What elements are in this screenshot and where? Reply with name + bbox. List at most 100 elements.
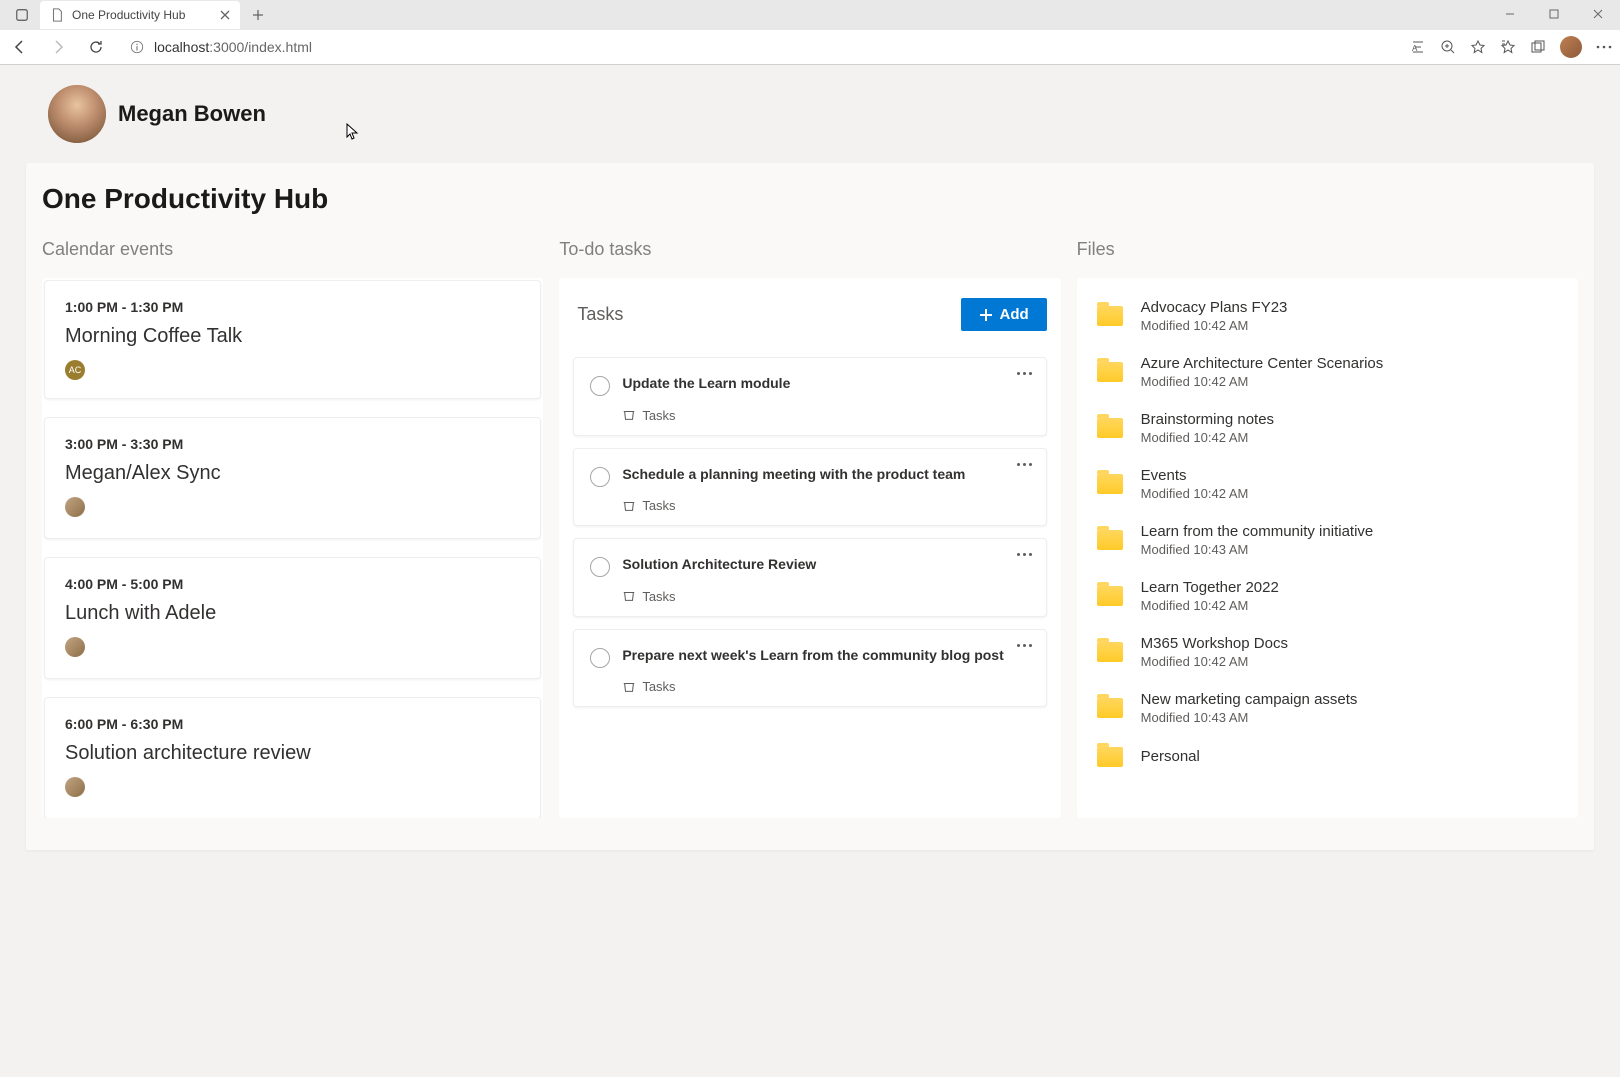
event-card[interactable]: 3:00 PM - 3:30 PM Megan/Alex Sync [44,417,541,539]
file-row[interactable]: M365 Workshop Docs Modified 10:42 AM [1093,624,1562,680]
bucket-icon [622,408,636,422]
file-name: Advocacy Plans FY23 [1141,299,1288,316]
event-title: Solution architecture review [65,742,520,765]
file-row[interactable]: Azure Architecture Center Scenarios Modi… [1093,344,1562,400]
task-title: Schedule a planning meeting with the pro… [622,465,1029,485]
address-bar[interactable]: localhost:3000/index.html [122,32,1396,62]
attendee-initials: AC [65,360,85,380]
user-header: Megan Bowen [0,85,1620,163]
task-meta: Tasks [622,679,1029,694]
task-more-button[interactable] [1017,553,1032,556]
collections-icon[interactable] [1530,39,1546,55]
event-card[interactable]: 1:00 PM - 1:30 PM Morning Coffee Talk AC [44,280,541,399]
files-column: Files Advocacy Plans FY23 Modified 10:42… [1077,239,1578,818]
user-avatar[interactable] [48,85,106,143]
task-card[interactable]: Update the Learn module Tasks [573,357,1046,436]
favorites-list-icon[interactable] [1500,39,1516,55]
calendar-header: Calendar events [42,239,543,278]
file-name: M365 Workshop Docs [1141,635,1288,652]
tab-strip: One Productivity Hub [0,0,1620,30]
user-name: Megan Bowen [118,101,266,127]
site-info-icon[interactable] [130,40,144,54]
file-row[interactable]: New marketing campaign assets Modified 1… [1093,680,1562,736]
hub-panel: One Productivity Hub Calendar events 1:0… [26,163,1594,850]
task-more-button[interactable] [1017,372,1032,375]
bucket-icon [622,499,636,513]
new-tab-button[interactable] [244,1,272,29]
files-header: Files [1077,239,1578,278]
add-task-button[interactable]: Add [961,298,1046,331]
window-controls [1488,0,1620,28]
tasks-group-title: Tasks [577,304,623,325]
task-complete-toggle[interactable] [590,648,610,668]
task-complete-toggle[interactable] [590,376,610,396]
hub-title: One Productivity Hub [42,183,1578,239]
event-card[interactable]: 6:00 PM - 6:30 PM Solution architecture … [44,697,541,818]
task-complete-toggle[interactable] [590,467,610,487]
tab-actions-button[interactable] [8,1,36,29]
folder-icon [1097,418,1123,438]
close-window-button[interactable] [1576,0,1620,28]
file-name: New marketing campaign assets [1141,691,1358,708]
attendee-avatar [65,777,85,797]
task-title: Update the Learn module [622,374,1029,394]
folder-icon [1097,698,1123,718]
file-name: Personal [1141,748,1200,765]
task-meta: Tasks [622,408,1029,423]
browser-tab[interactable]: One Productivity Hub [40,1,240,29]
event-time: 4:00 PM - 5:00 PM [65,576,520,592]
folder-icon [1097,474,1123,494]
browser-toolbar: localhost:3000/index.html A [0,30,1620,64]
event-time: 6:00 PM - 6:30 PM [65,716,520,732]
calendar-body: 1:00 PM - 1:30 PM Morning Coffee Talk AC… [42,278,543,818]
folder-icon [1097,362,1123,382]
file-row[interactable]: Learn Together 2022 Modified 10:42 AM [1093,568,1562,624]
maximize-button[interactable] [1532,0,1576,28]
task-complete-toggle[interactable] [590,557,610,577]
event-time: 1:00 PM - 1:30 PM [65,299,520,315]
refresh-button[interactable] [84,35,108,59]
event-title: Lunch with Adele [65,602,520,625]
bucket-icon [622,680,636,694]
task-card[interactable]: Prepare next week's Learn from the commu… [573,629,1046,708]
file-row[interactable]: Learn from the community initiative Modi… [1093,512,1562,568]
file-modified: Modified 10:43 AM [1141,710,1358,725]
file-row[interactable]: Events Modified 10:42 AM [1093,456,1562,512]
back-button[interactable] [8,35,32,59]
files-body: Advocacy Plans FY23 Modified 10:42 AM Az… [1077,278,1578,818]
more-menu-icon[interactable] [1596,45,1612,49]
file-modified: Modified 10:42 AM [1141,318,1288,333]
task-card[interactable]: Solution Architecture Review Tasks [573,538,1046,617]
file-modified: Modified 10:42 AM [1141,654,1288,669]
event-card[interactable]: 4:00 PM - 5:00 PM Lunch with Adele [44,557,541,679]
file-modified: Modified 10:42 AM [1141,486,1249,501]
file-name: Learn from the community initiative [1141,523,1374,540]
minimize-button[interactable] [1488,0,1532,28]
file-modified: Modified 10:43 AM [1141,542,1374,557]
profile-avatar[interactable] [1560,36,1582,58]
browser-chrome: One Productivity Hub localhost:3000/ind [0,0,1620,65]
forward-button[interactable] [46,35,70,59]
task-title: Solution Architecture Review [622,555,1029,575]
file-name: Events [1141,467,1249,484]
close-tab-button[interactable] [220,10,230,20]
folder-icon [1097,586,1123,606]
tasks-header: To-do tasks [559,239,1060,278]
task-more-button[interactable] [1017,644,1032,647]
file-row[interactable]: Advocacy Plans FY23 Modified 10:42 AM [1093,288,1562,344]
folder-icon [1097,530,1123,550]
file-name: Azure Architecture Center Scenarios [1141,355,1384,372]
file-row[interactable]: Brainstorming notes Modified 10:42 AM [1093,400,1562,456]
file-row[interactable]: Personal [1093,736,1562,778]
favorite-icon[interactable] [1470,39,1486,55]
task-card[interactable]: Schedule a planning meeting with the pro… [573,448,1046,527]
event-time: 3:00 PM - 3:30 PM [65,436,520,452]
event-title: Megan/Alex Sync [65,462,520,485]
file-modified: Modified 10:42 AM [1141,430,1274,445]
tasks-column: To-do tasks Tasks Add Update the Learn m… [559,239,1060,818]
read-aloud-icon[interactable]: A [1410,39,1426,55]
task-meta: Tasks [622,589,1029,604]
task-more-button[interactable] [1017,463,1032,466]
file-name: Brainstorming notes [1141,411,1274,428]
zoom-icon[interactable] [1440,39,1456,55]
